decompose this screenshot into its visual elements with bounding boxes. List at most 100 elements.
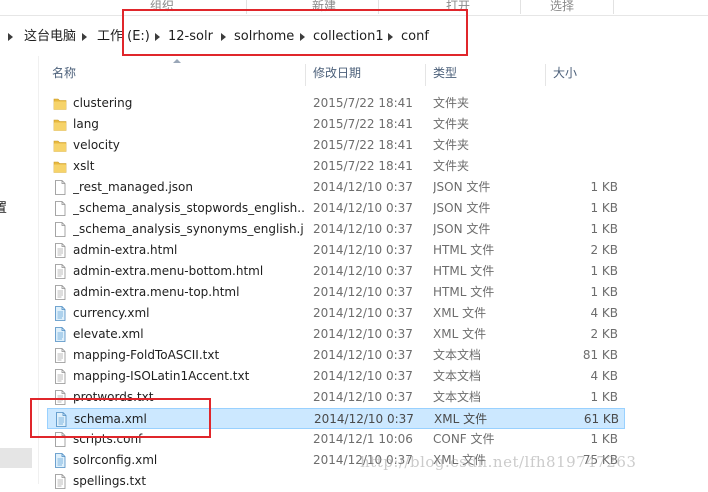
file-icon bbox=[53, 180, 67, 195]
ribbon-separator bbox=[613, 0, 614, 14]
file-name: _rest_managed.json bbox=[73, 180, 193, 194]
file-date: 2014/12/10 0:37 bbox=[313, 180, 413, 194]
file-row[interactable]: scripts.conf 2014/12/1 10:06 CONF 文件 1 KB bbox=[47, 429, 625, 450]
file-date: 2014/12/10 0:37 bbox=[313, 285, 413, 299]
file-date: 2014/12/10 0:37 bbox=[313, 369, 413, 383]
file-name: mapping-ISOLatin1Accent.txt bbox=[73, 369, 250, 383]
file-type: 文本文档 bbox=[433, 348, 482, 362]
file-row[interactable]: admin-extra.menu-bottom.html 2014/12/10 0… bbox=[47, 261, 625, 282]
file-date: 2014/12/10 0:37 bbox=[313, 390, 413, 404]
column-header-type[interactable]: 类型 bbox=[433, 60, 457, 86]
file-date: 2014/12/10 0:37 bbox=[313, 264, 413, 278]
breadcrumb-conf[interactable]: conf bbox=[401, 22, 429, 52]
file-size bbox=[547, 156, 618, 177]
file-date: 2015/7/22 18:41 bbox=[313, 117, 413, 131]
ribbon-group-select[interactable]: 选择 bbox=[550, 0, 574, 12]
ribbon-group-open[interactable]: 打开 bbox=[446, 0, 470, 12]
xml-file-icon bbox=[54, 412, 68, 427]
file-row[interactable]: spellings.txt bbox=[47, 471, 625, 492]
nav-item-label[interactable]: 置 bbox=[0, 197, 7, 216]
file-type: XML 文件 bbox=[433, 306, 487, 320]
file-row[interactable]: lang 2015/7/22 18:41 文件夹 bbox=[47, 114, 625, 135]
file-icon bbox=[53, 432, 67, 447]
file-type: JSON 文件 bbox=[433, 180, 491, 194]
file-name: _schema_analysis_synonyms_english.j... bbox=[73, 222, 305, 236]
file-list[interactable]: 名称 修改日期 类型 大小 clustering 2015/7/22 18:41 文… bbox=[39, 56, 708, 489]
folder-icon bbox=[53, 159, 67, 174]
breadcrumb-this-pc[interactable]: 这台电脑 bbox=[24, 22, 76, 52]
breadcrumb-chevron-icon[interactable] bbox=[8, 33, 13, 41]
file-type: 文件夹 bbox=[433, 96, 470, 110]
file-type: 文件夹 bbox=[433, 117, 470, 131]
breadcrumb-collection1[interactable]: collection1 bbox=[313, 22, 384, 52]
breadcrumb-chevron-icon[interactable] bbox=[221, 33, 226, 41]
file-type: 文件夹 bbox=[433, 159, 470, 173]
file-size: 81 KB bbox=[582, 348, 618, 362]
text-file-icon bbox=[53, 474, 67, 489]
ribbon-group-new[interactable]: 新建 bbox=[312, 0, 336, 12]
file-name: lang bbox=[73, 117, 99, 131]
file-date: 2014/12/10 0:37 bbox=[313, 327, 413, 341]
file-row[interactable]: elevate.xml 2014/12/10 0:37 XML 文件 2 KB bbox=[47, 324, 625, 345]
xml-file-icon bbox=[53, 453, 67, 468]
breadcrumb-chevron-icon[interactable] bbox=[300, 33, 305, 41]
file-name: admin-extra.html bbox=[73, 243, 178, 257]
breadcrumb-12-solr[interactable]: 12-solr bbox=[168, 22, 213, 52]
file-size bbox=[547, 135, 618, 156]
file-type: JSON 文件 bbox=[433, 222, 491, 236]
column-separator[interactable] bbox=[425, 64, 426, 86]
breadcrumb-chevron-icon[interactable] bbox=[388, 33, 393, 41]
file-row[interactable]: currency.xml 2014/12/10 0:37 XML 文件 4 KB bbox=[47, 303, 625, 324]
breadcrumb-solrhome[interactable]: solrhome bbox=[234, 22, 294, 52]
navigation-pane[interactable]: 置 bbox=[0, 56, 35, 484]
file-name: admin-extra.menu-bottom.html bbox=[73, 264, 264, 278]
breadcrumb-chevron-icon[interactable] bbox=[155, 33, 160, 41]
file-row[interactable]: xslt 2015/7/22 18:41 文件夹 bbox=[47, 156, 625, 177]
file-type: HTML 文件 bbox=[433, 285, 495, 299]
breadcrumb-chevron-icon[interactable] bbox=[82, 33, 87, 41]
file-row[interactable]: admin-extra.html 2014/12/10 0:37 HTML 文件 2 … bbox=[47, 240, 625, 261]
file-size: 4 KB bbox=[590, 369, 618, 383]
column-header-name[interactable]: 名称 bbox=[52, 60, 76, 86]
file-row[interactable]: mapping-FoldToASCII.txt 2014/12/10 0:37 文本… bbox=[47, 345, 625, 366]
text-file-icon bbox=[53, 348, 67, 363]
file-row[interactable]: schema.xml 2014/12/10 0:37 XML 文件 61 KB bbox=[47, 408, 625, 429]
column-separator[interactable] bbox=[305, 64, 306, 86]
file-row[interactable]: _schema_analysis_synonyms_english.j... 20… bbox=[47, 219, 625, 240]
file-name: mapping-FoldToASCII.txt bbox=[73, 348, 220, 362]
column-separator[interactable] bbox=[545, 64, 546, 86]
file-date: 2014/12/10 0:37 bbox=[313, 222, 413, 236]
file-row[interactable]: mapping-ISOLatin1Accent.txt 2014/12/10 0:… bbox=[47, 366, 625, 387]
breadcrumb-drive-e[interactable]: 工作 (E:) bbox=[97, 22, 150, 52]
nav-item-selected[interactable] bbox=[0, 448, 32, 468]
file-name: velocity bbox=[73, 138, 120, 152]
column-header-date[interactable]: 修改日期 bbox=[313, 60, 361, 86]
file-date: 2014/12/10 0:37 bbox=[313, 201, 413, 215]
file-row[interactable]: clustering 2015/7/22 18:41 文件夹 bbox=[47, 93, 625, 114]
file-row[interactable]: _rest_managed.json 2014/12/10 0:37 JSON 文件… bbox=[47, 177, 625, 198]
ribbon-group-organize[interactable]: 组织 bbox=[150, 0, 174, 12]
folder-icon bbox=[53, 117, 67, 132]
file-type: HTML 文件 bbox=[433, 243, 495, 257]
file-name: clustering bbox=[73, 96, 133, 110]
file-name: currency.xml bbox=[73, 306, 150, 320]
file-size: 1 KB bbox=[590, 285, 618, 299]
file-type: CONF 文件 bbox=[433, 432, 495, 446]
address-bar[interactable]: 这台电脑 工作 (E:) 12-solr solrhome collection… bbox=[0, 22, 708, 52]
file-name: xslt bbox=[73, 159, 95, 173]
file-size: 2 KB bbox=[590, 327, 618, 341]
folder-icon bbox=[53, 96, 67, 111]
file-name: solrconfig.xml bbox=[73, 453, 158, 467]
file-row[interactable]: _schema_analysis_stopwords_english.... 20… bbox=[47, 198, 625, 219]
file-row[interactable]: velocity 2015/7/22 18:41 文件夹 bbox=[47, 135, 625, 156]
file-row[interactable]: protwords.txt 2014/12/10 0:37 文本文档 1 KB bbox=[47, 387, 625, 408]
text-file-icon bbox=[53, 369, 67, 384]
file-date: 2014/12/10 0:37 bbox=[314, 412, 414, 426]
file-size bbox=[547, 114, 618, 135]
file-name: schema.xml bbox=[74, 412, 147, 426]
file-size: 1 KB bbox=[590, 201, 618, 215]
file-row[interactable]: admin-extra.menu-top.html 2014/12/10 0:37… bbox=[47, 282, 625, 303]
column-header-size[interactable]: 大小 bbox=[553, 60, 577, 86]
file-date: 2014/12/10 0:37 bbox=[313, 306, 413, 320]
file-type: 文本文档 bbox=[433, 369, 482, 383]
